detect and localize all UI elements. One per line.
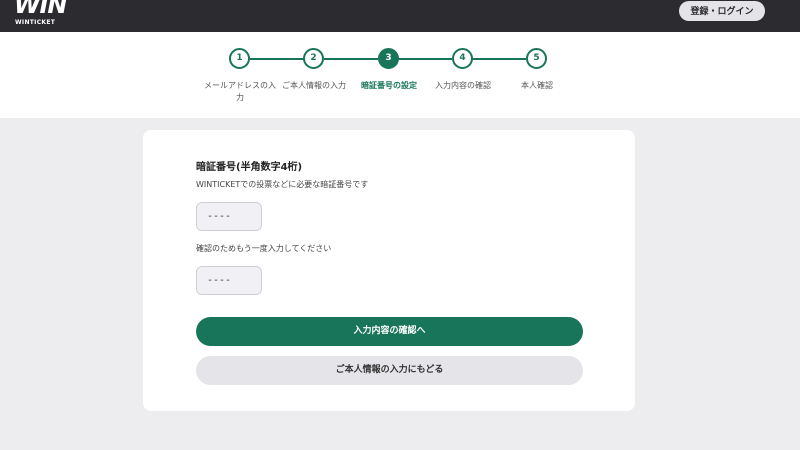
top-header: WIN WINTICKET 登録・ログイン: [0, 0, 800, 32]
pin-setup-card: 暗証番号(半角数字4桁) WINTICKETでの投票などに必要な暗証番号です 確…: [143, 130, 635, 411]
step-3-label: 暗証番号の設定: [361, 81, 417, 90]
winticket-logo[interactable]: WIN WINTICKET: [14, 0, 67, 27]
back-to-personal-info-button[interactable]: ご本人情報の入力にもどる: [196, 356, 583, 385]
step-1-label: メールアドレスの入力: [204, 81, 276, 102]
step-connector: [472, 58, 526, 60]
pin-confirm-label: 確認のためもう一度入力してください: [196, 244, 332, 253]
step-connector: [398, 58, 452, 60]
progress-stepper: 1 2 3 4 5 メールアドレスの入力 ご本人情報の入力 暗証番号の設定 入力…: [0, 32, 800, 118]
step-5-circle: 5: [526, 48, 547, 69]
step-2-circle: 2: [303, 48, 324, 69]
register-login-button[interactable]: 登録・ログイン: [679, 1, 765, 21]
step-1-circle: 1: [229, 48, 250, 69]
step-4-circle: 4: [452, 48, 473, 69]
logo-subtext: WINTICKET: [15, 19, 56, 26]
pin-description: WINTICKETでの投票などに必要な暗証番号です: [196, 180, 369, 189]
step-4-label: 入力内容の確認: [435, 81, 491, 90]
step-3-circle: 3: [378, 48, 399, 69]
pin-confirm-input[interactable]: [196, 266, 262, 295]
pin-section-title: 暗証番号(半角数字4桁): [196, 162, 303, 173]
logo-wordmark: WIN: [14, 0, 67, 19]
step-connector: [324, 58, 378, 60]
step-5-label: 本人確認: [521, 81, 553, 90]
step-2-label: ご本人情報の入力: [282, 81, 346, 90]
proceed-to-confirm-button[interactable]: 入力内容の確認へ: [196, 317, 583, 346]
step-connector: [250, 58, 304, 60]
pin-input[interactable]: [196, 202, 262, 231]
